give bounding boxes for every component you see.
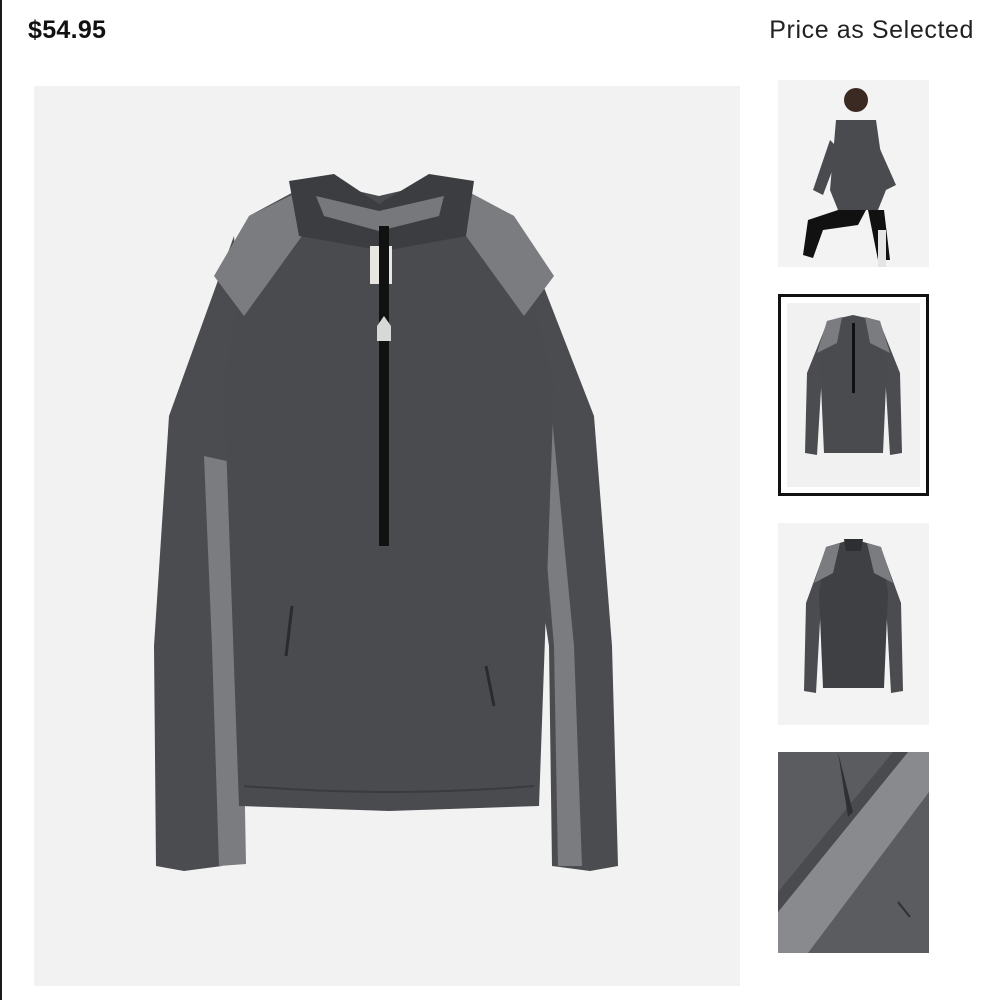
thumbnail-back[interactable] xyxy=(778,523,929,725)
cuff-detail-image xyxy=(778,752,929,953)
pullover-back-image xyxy=(778,523,929,725)
thumbnail-front-image xyxy=(787,303,920,487)
product-price: $54.95 xyxy=(28,16,107,44)
main-product-image[interactable] xyxy=(34,86,740,986)
product-gallery-frame: $54.95 Price as Selected xyxy=(0,0,1000,1000)
thumbnail-cuff-detail[interactable] xyxy=(778,752,929,953)
model-image xyxy=(778,80,929,267)
pullover-illustration xyxy=(34,86,740,986)
price-note: Price as Selected xyxy=(769,16,974,44)
thumbnail-model[interactable] xyxy=(778,80,929,267)
thumbnail-front-selected[interactable] xyxy=(778,294,929,496)
